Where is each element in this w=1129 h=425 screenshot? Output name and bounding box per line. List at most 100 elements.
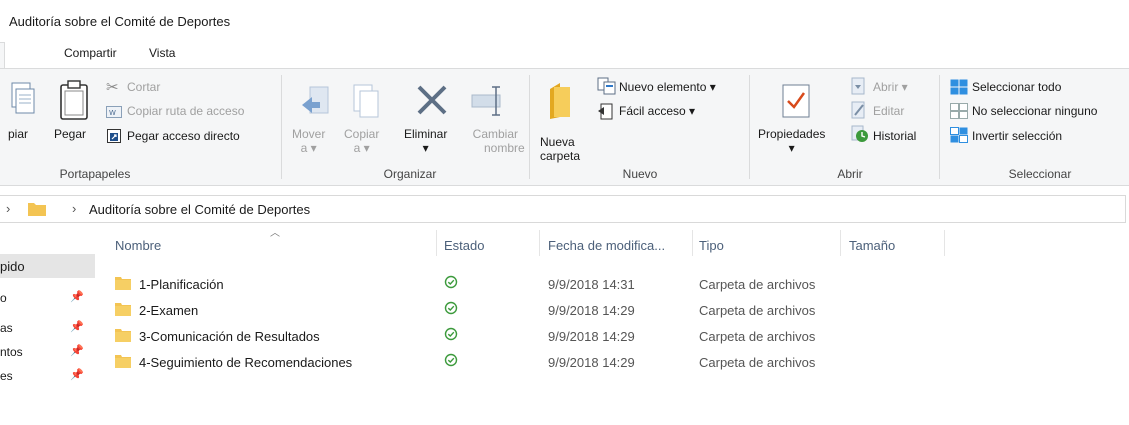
column-separator[interactable] [692,230,693,256]
paste-shortcut-icon [107,129,121,143]
address-bar: › › Auditoría sobre el Comité de Deporte… [0,195,1129,223]
file-date: 9/9/2018 14:29 [548,355,635,370]
breadcrumb[interactable]: Auditoría sobre el Comité de Deportes [89,202,310,217]
file-date: 9/9/2018 14:29 [548,303,635,318]
ribbon: piar Pegar ✂ Cortar W Copiar ruta de acc… [0,68,1129,186]
file-name: 1-Planificación [139,277,224,292]
easy-access-icon [598,103,613,120]
rename-icon[interactable] [470,85,510,117]
paste-icon[interactable] [58,79,90,123]
sort-ascending-icon: ︿ [270,228,280,239]
tab-file-stub[interactable] [0,42,5,68]
table-row[interactable]: 4-Seguimiento de Recomendaciones 9/9/201… [100,349,1000,375]
file-date: 9/9/2018 14:29 [548,329,635,344]
pin-icon: 📌 [70,321,84,333]
table-row[interactable]: 3-Comunicación de Resultados 9/9/2018 14… [100,323,1000,349]
column-header-tipo[interactable]: Tipo [699,238,724,253]
copy-path-icon: W [106,106,122,118]
historial-button[interactable]: Historial [873,129,916,143]
eliminar-button[interactable]: Eliminar ▾ [404,127,447,155]
pin-icon: 📌 [70,291,84,303]
column-header-fecha[interactable]: Fecha de modifica... [548,238,665,253]
group-separator [939,75,940,179]
column-separator[interactable] [944,230,945,256]
copiar-button[interactable]: piar [8,127,28,141]
file-type: Carpeta de archivos [699,355,816,370]
file-name: 2-Examen [139,303,199,318]
file-date: 9/9/2018 14:31 [548,277,635,292]
folder-icon [115,329,131,342]
svg-text:W: W [109,109,116,117]
copiar-ruta-button[interactable]: Copiar ruta de acceso [127,104,244,118]
folder-icon [115,277,131,290]
nueva-carpeta-button[interactable]: Nueva carpeta [540,135,580,163]
pin-icon: 📌 [70,345,84,357]
folder-icon [28,203,46,216]
nav-item[interactable]: o 📌 [0,286,95,310]
pegar-acceso-directo-button[interactable]: Pegar acceso directo [127,129,240,143]
ribbon-tabs: Compartir Vista [0,40,1129,68]
group-label-portapapeles: Portapapeles [59,167,131,181]
table-row[interactable]: 1-Planificación 9/9/2018 14:31 Carpeta d… [100,271,1000,297]
editar-button[interactable]: Editar [873,104,904,118]
abrir-button[interactable]: Abrir ▾ [873,80,908,94]
group-separator [281,75,282,179]
file-name: 3-Comunicación de Resultados [139,329,320,344]
cambiar-nombre-button[interactable]: Cambiar nombre [466,127,525,155]
pegar-button[interactable]: Pegar [54,127,86,141]
title-bar: Auditoría sobre el Comité de Deportes [0,0,1129,40]
tab-vista[interactable]: Vista [149,46,175,60]
group-label-seleccionar: Seleccionar [1008,167,1072,181]
history-icon [851,125,868,142]
chevron-right-icon[interactable]: › [72,201,76,216]
nav-item[interactable]: as 📌 [0,316,95,340]
new-item-icon [597,77,616,95]
group-label-abrir: Abrir [837,167,863,181]
column-header-nombre[interactable]: Nombre [115,238,161,253]
file-type: Carpeta de archivos [699,277,816,292]
seleccionar-todo-button[interactable]: Seleccionar todo [972,80,1061,94]
folder-icon [115,355,131,368]
invertir-seleccion-button[interactable]: Invertir selección [972,129,1062,143]
propiedades-button[interactable]: Propiedades ▾ [758,127,825,155]
properties-icon[interactable] [781,83,811,119]
group-separator [749,75,750,179]
column-header-estado[interactable]: Estado [444,238,484,253]
pin-icon: 📌 [70,369,84,381]
mover-a-button[interactable]: Mover a ▾ [292,127,325,155]
nav-item[interactable]: ntos 📌 [0,340,95,364]
navigation-pane: pido o 📌 as 📌 ntos 📌 es 📌 [0,230,95,425]
select-all-icon [950,79,968,95]
copy-icon[interactable] [6,81,36,121]
chevron-right-icon[interactable]: › [6,201,10,216]
tab-compartir[interactable]: Compartir [64,46,117,60]
open-icon [851,77,865,95]
copiar-a-button[interactable]: Copiar a ▾ [344,127,379,155]
column-separator[interactable] [539,230,540,256]
group-label-nuevo: Nuevo [622,167,658,181]
window-title: Auditoría sobre el Comité de Deportes [9,14,231,29]
copy-to-icon[interactable] [350,81,384,123]
facil-acceso-button[interactable]: Fácil acceso ▾ [619,104,695,118]
nav-item[interactable]: es 📌 [0,364,95,388]
table-row[interactable]: 2-Examen 9/9/2018 14:29 Carpeta de archi… [100,297,1000,323]
sync-ok-icon [444,353,458,367]
new-folder-icon[interactable] [548,81,574,121]
nav-item-quick-access[interactable]: pido [0,254,95,278]
no-seleccionar-button[interactable]: No seleccionar ninguno [972,104,1097,118]
nuevo-elemento-button[interactable]: Nuevo elemento ▾ [619,80,716,94]
file-type: Carpeta de archivos [699,329,816,344]
scissors-icon: ✂ [106,79,119,96]
cortar-button[interactable]: Cortar [127,80,160,94]
select-none-icon [950,103,968,119]
column-separator[interactable] [840,230,841,256]
move-to-icon[interactable] [298,83,334,123]
folder-icon [115,303,131,316]
file-type: Carpeta de archivos [699,303,816,318]
column-header-tamano[interactable]: Tamaño [849,238,895,253]
edit-icon [851,101,865,119]
delete-icon[interactable] [415,83,449,117]
column-separator[interactable] [436,230,437,256]
invert-selection-icon [950,127,968,143]
group-label-organizar: Organizar [383,167,437,181]
